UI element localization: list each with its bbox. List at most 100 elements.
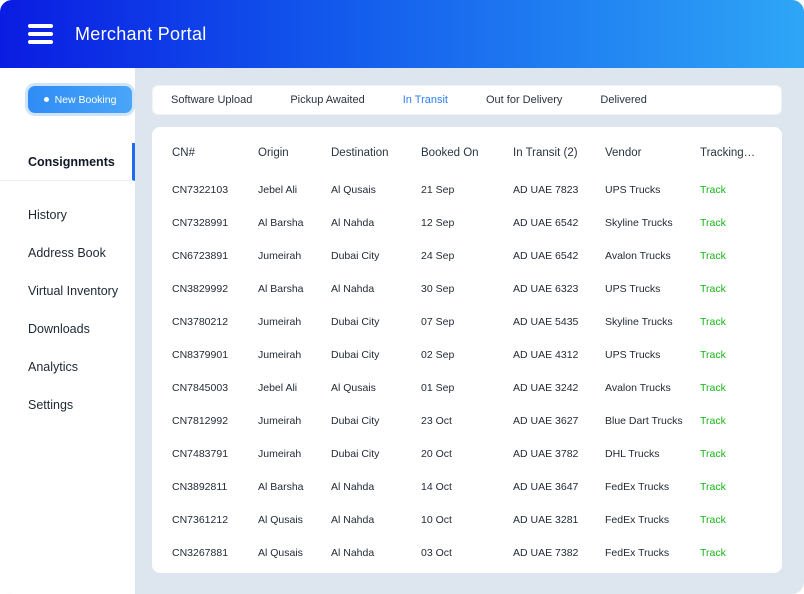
cell-destination: Al Nahda: [331, 481, 421, 493]
cell-vendor: Skyline Trucks: [605, 217, 700, 229]
cell-vendor: UPS Trucks: [605, 184, 700, 196]
cell-destination: Al Qusais: [331, 382, 421, 394]
cell-in-transit: AD UAE 3782: [513, 448, 605, 460]
main-area: New Booking Consignments HistoryAddress B…: [0, 68, 804, 594]
cell-cn: CN3267881: [172, 547, 258, 559]
cell-vendor: UPS Trucks: [605, 283, 700, 295]
cell-in-transit: AD UAE 3281: [513, 514, 605, 526]
cell-booked-on: 30 Sep: [421, 283, 513, 295]
column-header-cn: CN#: [172, 147, 258, 159]
cell-in-transit: AD UAE 6542: [513, 217, 605, 229]
cell-origin: Al Barsha: [258, 283, 331, 295]
cell-tracking: Track: [700, 481, 762, 493]
tab-out-for-delivery[interactable]: Out for Delivery: [486, 94, 562, 106]
cell-origin: Al Qusais: [258, 547, 331, 559]
tab-delivered[interactable]: Delivered: [600, 94, 646, 106]
cell-tracking: Track: [700, 316, 762, 328]
cell-in-transit: AD UAE 6323: [513, 283, 605, 295]
cell-in-transit: AD UAE 5435: [513, 316, 605, 328]
cell-vendor: UPS Trucks: [605, 349, 700, 361]
track-link[interactable]: Track: [700, 283, 726, 295]
sidebar-item-analytics[interactable]: Analytics: [0, 348, 135, 386]
track-link[interactable]: Track: [700, 382, 726, 394]
table-body: CN7322103Jebel AliAl Qusais21 SepAD UAE …: [152, 173, 782, 569]
cell-tracking: Track: [700, 514, 762, 526]
table-row: CN7361212Al QusaisAl Nahda10 OctAD UAE 3…: [152, 503, 782, 536]
track-link[interactable]: Track: [700, 448, 726, 460]
bullet-dot-icon: [44, 97, 49, 102]
cell-booked-on: 02 Sep: [421, 349, 513, 361]
cell-tracking: Track: [700, 184, 762, 196]
sidebar: New Booking Consignments HistoryAddress B…: [0, 68, 135, 594]
consignments-table: CN#OriginDestinationBooked OnIn Transit …: [152, 127, 782, 573]
cell-cn: CN3829992: [172, 283, 258, 295]
table-row: CN7845003Jebel AliAl Qusais01 SepAD UAE …: [152, 371, 782, 404]
column-header-in-transit-2: In Transit (2): [513, 147, 605, 159]
content-area: Software Upload Pickup Awaited In Transit O…: [135, 68, 804, 594]
cell-cn: CN3892811: [172, 481, 258, 493]
cell-cn: CN7361212: [172, 514, 258, 526]
cell-origin: Al Barsha: [258, 481, 331, 493]
cell-origin: Jumeirah: [258, 316, 331, 328]
tab-pickup-awaited[interactable]: Pickup Awaited: [290, 94, 364, 106]
cell-tracking: Track: [700, 250, 762, 262]
track-link[interactable]: Track: [700, 481, 726, 493]
cell-cn: CN7483791: [172, 448, 258, 460]
tab-software-upload[interactable]: Software Upload: [171, 94, 252, 106]
cell-cn: CN3780212: [172, 316, 258, 328]
column-header-booked-on: Booked On: [421, 147, 513, 159]
column-header-tracking-link: Tracking Link: [700, 147, 762, 159]
sidebar-nav: Consignments HistoryAddress BookVirtual I…: [0, 143, 135, 424]
cell-in-transit: AD UAE 7823: [513, 184, 605, 196]
cell-in-transit: AD UAE 3647: [513, 481, 605, 493]
cell-origin: Jumeirah: [258, 349, 331, 361]
tab-in-transit[interactable]: In Transit: [403, 94, 448, 106]
cell-booked-on: 03 Oct: [421, 547, 513, 559]
cell-booked-on: 23 Oct: [421, 415, 513, 427]
cell-booked-on: 10 Oct: [421, 514, 513, 526]
cell-origin: Jumeirah: [258, 415, 331, 427]
cell-booked-on: 24 Sep: [421, 250, 513, 262]
cell-destination: Dubai City: [331, 448, 421, 460]
cell-origin: Jumeirah: [258, 250, 331, 262]
track-link[interactable]: Track: [700, 184, 726, 196]
table-row: CN3267881Al QusaisAl Nahda03 OctAD UAE 7…: [152, 536, 782, 569]
sidebar-item-downloads[interactable]: Downloads: [0, 310, 135, 348]
sidebar-item-settings[interactable]: Settings: [0, 386, 135, 424]
sidebar-item-address-book[interactable]: Address Book: [0, 234, 135, 272]
sidebar-item-virtual-inventory[interactable]: Virtual Inventory: [0, 272, 135, 310]
cell-vendor: Blue Dart Trucks: [605, 415, 700, 427]
new-booking-button[interactable]: New Booking: [28, 86, 132, 113]
cell-destination: Dubai City: [331, 316, 421, 328]
cell-vendor: Avalon Trucks: [605, 250, 700, 262]
cell-booked-on: 21 Sep: [421, 184, 513, 196]
sidebar-item-history[interactable]: History: [0, 196, 135, 234]
track-link[interactable]: Track: [700, 217, 726, 229]
table-row: CN3780212JumeirahDubai City07 SepAD UAE …: [152, 305, 782, 338]
cell-booked-on: 07 Sep: [421, 316, 513, 328]
track-link[interactable]: Track: [700, 547, 726, 559]
column-header-vendor: Vendor: [605, 147, 700, 159]
sidebar-item-consignments[interactable]: Consignments: [0, 143, 135, 181]
table-row: CN7483791JumeirahDubai City20 OctAD UAE …: [152, 437, 782, 470]
track-link[interactable]: Track: [700, 415, 726, 427]
track-link[interactable]: Track: [700, 349, 726, 361]
page-title: Merchant Portal: [75, 24, 207, 45]
cell-destination: Al Nahda: [331, 547, 421, 559]
cell-booked-on: 20 Oct: [421, 448, 513, 460]
table-row: CN3892811Al BarshaAl Nahda14 OctAD UAE 3…: [152, 470, 782, 503]
cell-tracking: Track: [700, 415, 762, 427]
track-link[interactable]: Track: [700, 250, 726, 262]
cell-in-transit: AD UAE 7382: [513, 547, 605, 559]
cell-booked-on: 14 Oct: [421, 481, 513, 493]
table-row: CN3829992Al BarshaAl Nahda30 SepAD UAE 6…: [152, 272, 782, 305]
track-link[interactable]: Track: [700, 514, 726, 526]
cell-tracking: Track: [700, 217, 762, 229]
cell-origin: Jebel Ali: [258, 184, 331, 196]
cell-cn: CN7322103: [172, 184, 258, 196]
track-link[interactable]: Track: [700, 316, 726, 328]
table-row: CN7322103Jebel AliAl Qusais21 SepAD UAE …: [152, 173, 782, 206]
cell-vendor: DHL Trucks: [605, 448, 700, 460]
menu-icon[interactable]: [28, 20, 53, 49]
cell-vendor: Avalon Trucks: [605, 382, 700, 394]
